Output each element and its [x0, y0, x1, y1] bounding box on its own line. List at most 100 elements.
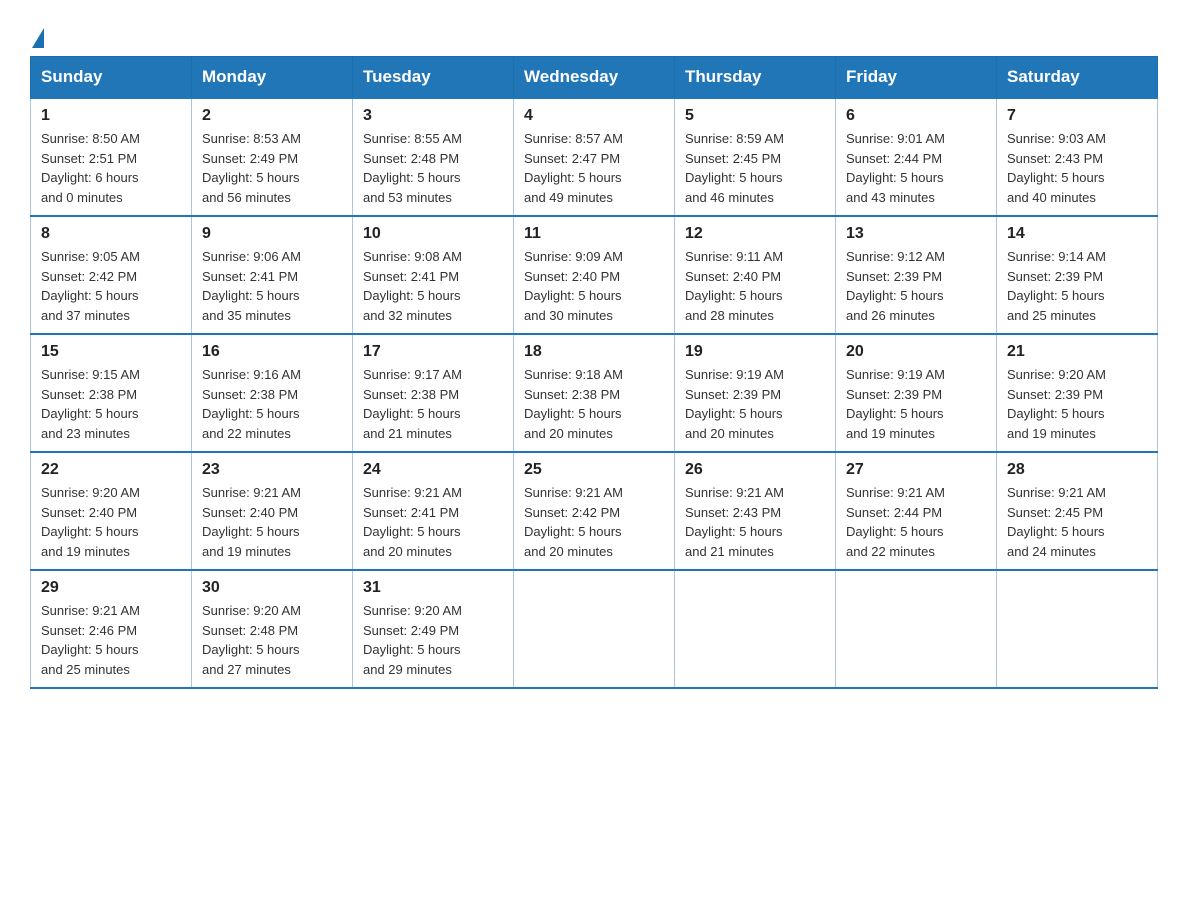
calendar-day-cell: 4 Sunrise: 8:57 AMSunset: 2:47 PMDayligh…: [514, 98, 675, 216]
day-info: Sunrise: 9:21 AMSunset: 2:43 PMDaylight:…: [685, 483, 825, 561]
day-info: Sunrise: 9:12 AMSunset: 2:39 PMDaylight:…: [846, 247, 986, 325]
calendar-day-cell: 25 Sunrise: 9:21 AMSunset: 2:42 PMDaylig…: [514, 452, 675, 570]
day-number: 3: [363, 107, 503, 125]
calendar-day-cell: 2 Sunrise: 8:53 AMSunset: 2:49 PMDayligh…: [192, 98, 353, 216]
day-info: Sunrise: 8:55 AMSunset: 2:48 PMDaylight:…: [363, 129, 503, 207]
day-info: Sunrise: 8:57 AMSunset: 2:47 PMDaylight:…: [524, 129, 664, 207]
calendar-day-cell: 23 Sunrise: 9:21 AMSunset: 2:40 PMDaylig…: [192, 452, 353, 570]
day-number: 16: [202, 343, 342, 361]
day-info: Sunrise: 9:09 AMSunset: 2:40 PMDaylight:…: [524, 247, 664, 325]
calendar-day-cell: 29 Sunrise: 9:21 AMSunset: 2:46 PMDaylig…: [31, 570, 192, 688]
day-info: Sunrise: 9:21 AMSunset: 2:45 PMDaylight:…: [1007, 483, 1147, 561]
calendar-week-row: 22 Sunrise: 9:20 AMSunset: 2:40 PMDaylig…: [31, 452, 1158, 570]
calendar-day-cell: 28 Sunrise: 9:21 AMSunset: 2:45 PMDaylig…: [997, 452, 1158, 570]
day-number: 31: [363, 579, 503, 597]
calendar-day-cell: 19 Sunrise: 9:19 AMSunset: 2:39 PMDaylig…: [675, 334, 836, 452]
day-number: 24: [363, 461, 503, 479]
calendar-day-cell: 11 Sunrise: 9:09 AMSunset: 2:40 PMDaylig…: [514, 216, 675, 334]
calendar-day-cell: 13 Sunrise: 9:12 AMSunset: 2:39 PMDaylig…: [836, 216, 997, 334]
calendar-week-row: 15 Sunrise: 9:15 AMSunset: 2:38 PMDaylig…: [31, 334, 1158, 452]
weekday-header-sunday: Sunday: [31, 57, 192, 99]
calendar-day-cell: 17 Sunrise: 9:17 AMSunset: 2:38 PMDaylig…: [353, 334, 514, 452]
calendar-day-cell: 8 Sunrise: 9:05 AMSunset: 2:42 PMDayligh…: [31, 216, 192, 334]
calendar-week-row: 29 Sunrise: 9:21 AMSunset: 2:46 PMDaylig…: [31, 570, 1158, 688]
calendar-day-cell: 21 Sunrise: 9:20 AMSunset: 2:39 PMDaylig…: [997, 334, 1158, 452]
day-info: Sunrise: 9:21 AMSunset: 2:44 PMDaylight:…: [846, 483, 986, 561]
calendar-day-cell: 24 Sunrise: 9:21 AMSunset: 2:41 PMDaylig…: [353, 452, 514, 570]
day-number: 29: [41, 579, 181, 597]
calendar-day-cell: [997, 570, 1158, 688]
day-number: 21: [1007, 343, 1147, 361]
day-info: Sunrise: 9:15 AMSunset: 2:38 PMDaylight:…: [41, 365, 181, 443]
day-number: 4: [524, 107, 664, 125]
day-number: 6: [846, 107, 986, 125]
calendar-day-cell: 16 Sunrise: 9:16 AMSunset: 2:38 PMDaylig…: [192, 334, 353, 452]
day-number: 9: [202, 225, 342, 243]
calendar-day-cell: 3 Sunrise: 8:55 AMSunset: 2:48 PMDayligh…: [353, 98, 514, 216]
day-number: 5: [685, 107, 825, 125]
day-number: 27: [846, 461, 986, 479]
day-info: Sunrise: 9:08 AMSunset: 2:41 PMDaylight:…: [363, 247, 503, 325]
day-info: Sunrise: 9:01 AMSunset: 2:44 PMDaylight:…: [846, 129, 986, 207]
day-number: 7: [1007, 107, 1147, 125]
day-info: Sunrise: 9:18 AMSunset: 2:38 PMDaylight:…: [524, 365, 664, 443]
calendar-day-cell: 1 Sunrise: 8:50 AMSunset: 2:51 PMDayligh…: [31, 98, 192, 216]
weekday-header-wednesday: Wednesday: [514, 57, 675, 99]
day-info: Sunrise: 9:20 AMSunset: 2:39 PMDaylight:…: [1007, 365, 1147, 443]
day-number: 19: [685, 343, 825, 361]
calendar-day-cell: 7 Sunrise: 9:03 AMSunset: 2:43 PMDayligh…: [997, 98, 1158, 216]
calendar-day-cell: [836, 570, 997, 688]
day-number: 10: [363, 225, 503, 243]
day-info: Sunrise: 9:05 AMSunset: 2:42 PMDaylight:…: [41, 247, 181, 325]
day-number: 12: [685, 225, 825, 243]
calendar-day-cell: 30 Sunrise: 9:20 AMSunset: 2:48 PMDaylig…: [192, 570, 353, 688]
calendar-day-cell: 5 Sunrise: 8:59 AMSunset: 2:45 PMDayligh…: [675, 98, 836, 216]
day-info: Sunrise: 9:11 AMSunset: 2:40 PMDaylight:…: [685, 247, 825, 325]
day-info: Sunrise: 8:53 AMSunset: 2:49 PMDaylight:…: [202, 129, 342, 207]
calendar-day-cell: 10 Sunrise: 9:08 AMSunset: 2:41 PMDaylig…: [353, 216, 514, 334]
day-info: Sunrise: 9:20 AMSunset: 2:48 PMDaylight:…: [202, 601, 342, 679]
calendar-day-cell: 20 Sunrise: 9:19 AMSunset: 2:39 PMDaylig…: [836, 334, 997, 452]
weekday-header-friday: Friday: [836, 57, 997, 99]
day-number: 2: [202, 107, 342, 125]
day-info: Sunrise: 9:20 AMSunset: 2:40 PMDaylight:…: [41, 483, 181, 561]
day-info: Sunrise: 9:17 AMSunset: 2:38 PMDaylight:…: [363, 365, 503, 443]
day-number: 17: [363, 343, 503, 361]
day-number: 13: [846, 225, 986, 243]
day-number: 1: [41, 107, 181, 125]
day-info: Sunrise: 9:19 AMSunset: 2:39 PMDaylight:…: [846, 365, 986, 443]
day-number: 22: [41, 461, 181, 479]
day-number: 11: [524, 225, 664, 243]
day-number: 25: [524, 461, 664, 479]
weekday-header-tuesday: Tuesday: [353, 57, 514, 99]
calendar-day-cell: 15 Sunrise: 9:15 AMSunset: 2:38 PMDaylig…: [31, 334, 192, 452]
day-number: 8: [41, 225, 181, 243]
weekday-header-row: SundayMondayTuesdayWednesdayThursdayFrid…: [31, 57, 1158, 99]
day-info: Sunrise: 9:19 AMSunset: 2:39 PMDaylight:…: [685, 365, 825, 443]
day-number: 28: [1007, 461, 1147, 479]
day-info: Sunrise: 9:20 AMSunset: 2:49 PMDaylight:…: [363, 601, 503, 679]
calendar-day-cell: 9 Sunrise: 9:06 AMSunset: 2:41 PMDayligh…: [192, 216, 353, 334]
day-info: Sunrise: 9:21 AMSunset: 2:46 PMDaylight:…: [41, 601, 181, 679]
day-info: Sunrise: 8:59 AMSunset: 2:45 PMDaylight:…: [685, 129, 825, 207]
day-number: 15: [41, 343, 181, 361]
calendar-day-cell: 27 Sunrise: 9:21 AMSunset: 2:44 PMDaylig…: [836, 452, 997, 570]
weekday-header-monday: Monday: [192, 57, 353, 99]
logo: [30, 28, 46, 46]
calendar-day-cell: 26 Sunrise: 9:21 AMSunset: 2:43 PMDaylig…: [675, 452, 836, 570]
day-info: Sunrise: 9:21 AMSunset: 2:40 PMDaylight:…: [202, 483, 342, 561]
day-number: 20: [846, 343, 986, 361]
calendar-day-cell: [514, 570, 675, 688]
day-info: Sunrise: 9:06 AMSunset: 2:41 PMDaylight:…: [202, 247, 342, 325]
page-header: [30, 20, 1158, 46]
calendar-day-cell: 31 Sunrise: 9:20 AMSunset: 2:49 PMDaylig…: [353, 570, 514, 688]
day-info: Sunrise: 9:16 AMSunset: 2:38 PMDaylight:…: [202, 365, 342, 443]
weekday-header-saturday: Saturday: [997, 57, 1158, 99]
calendar-day-cell: 12 Sunrise: 9:11 AMSunset: 2:40 PMDaylig…: [675, 216, 836, 334]
day-info: Sunrise: 9:21 AMSunset: 2:41 PMDaylight:…: [363, 483, 503, 561]
day-number: 26: [685, 461, 825, 479]
day-info: Sunrise: 9:03 AMSunset: 2:43 PMDaylight:…: [1007, 129, 1147, 207]
calendar-table: SundayMondayTuesdayWednesdayThursdayFrid…: [30, 56, 1158, 689]
calendar-week-row: 8 Sunrise: 9:05 AMSunset: 2:42 PMDayligh…: [31, 216, 1158, 334]
day-info: Sunrise: 8:50 AMSunset: 2:51 PMDaylight:…: [41, 129, 181, 207]
